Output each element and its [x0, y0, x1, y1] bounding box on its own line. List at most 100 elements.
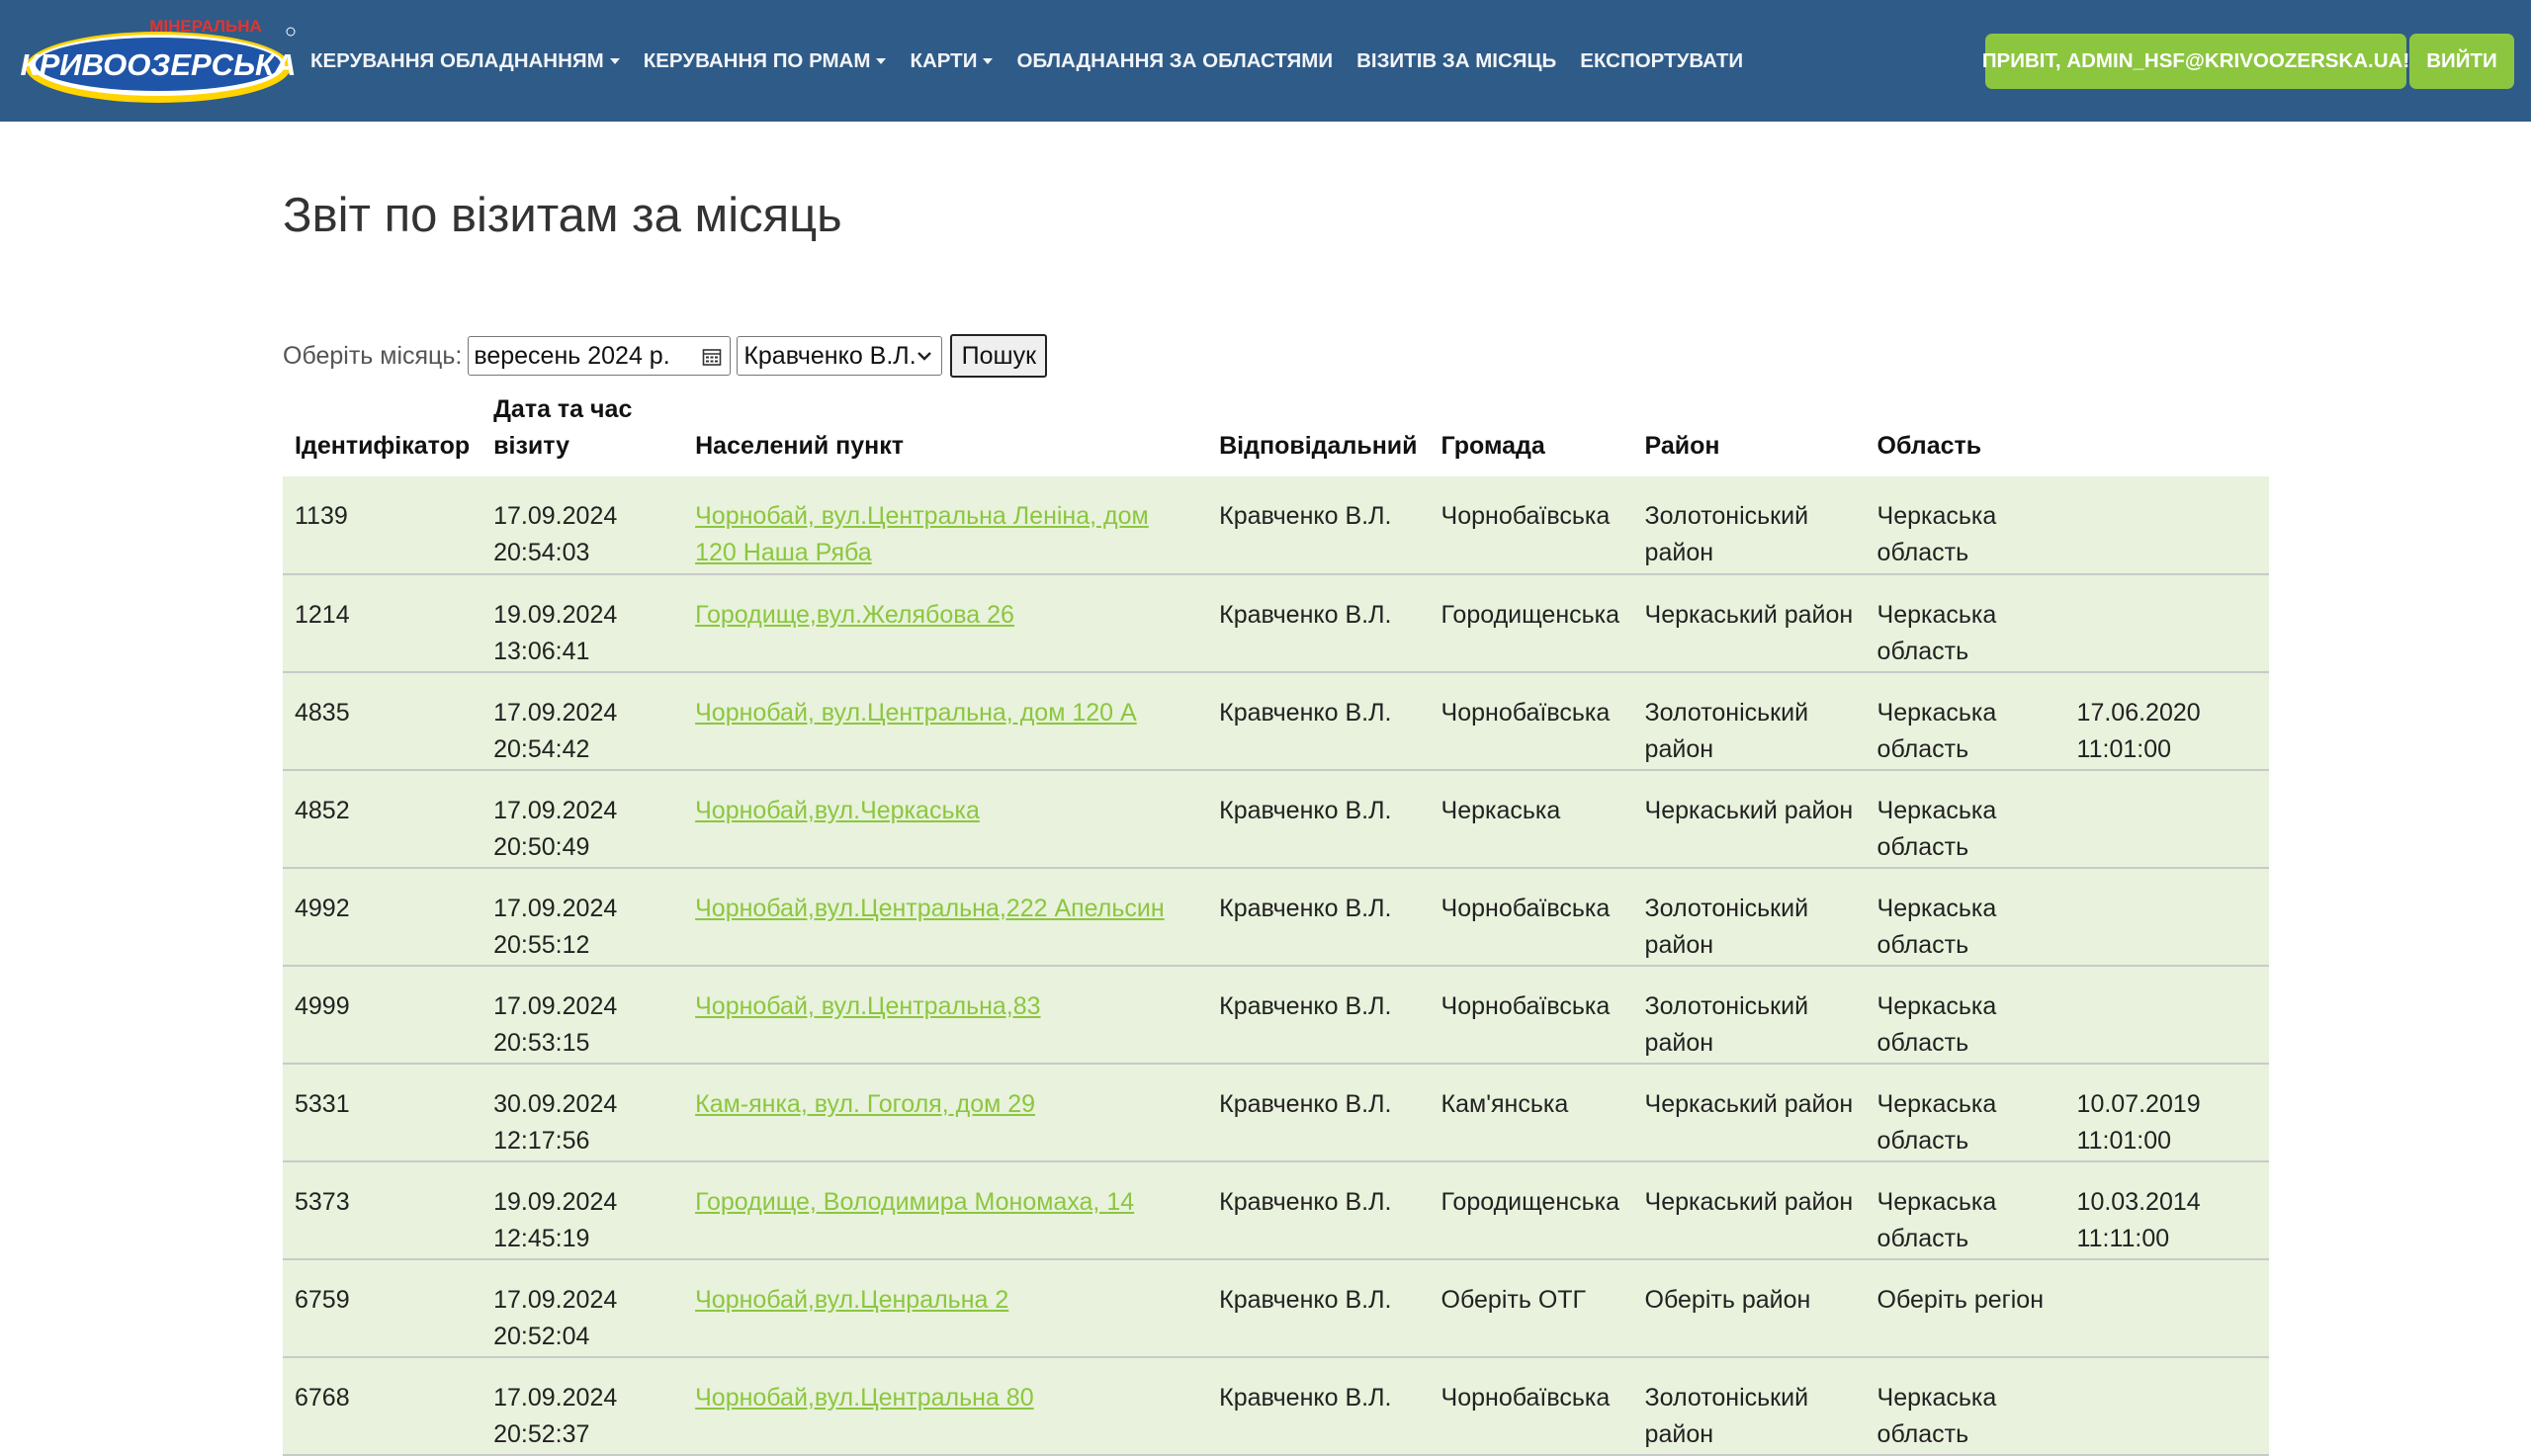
table-body: 1139 17.09.2024 20:54:03 Чорнобай, вул.Це… [283, 476, 2269, 1456]
community-name: Черкаська [1440, 797, 1561, 824]
cell-region: Черкаська область [1865, 966, 2065, 1065]
cell-community: Кам'янська [1429, 1064, 1633, 1162]
manager-name: Кравченко В.Л. [1219, 1188, 1392, 1216]
nav-visits-per-month[interactable]: Візитів за місяць [1356, 49, 1556, 73]
community-name: Чорнобаївська [1440, 895, 1611, 922]
table-row: 1214 19.09.2024 13:06:41 Городище,вул.Жел… [283, 574, 2269, 673]
col-header-id[interactable]: Ідентифікатор [283, 385, 481, 476]
logout-button[interactable]: Вийти [2409, 34, 2514, 89]
nav-rm-management[interactable]: Керування по РМам [644, 49, 887, 73]
visit-id: 4835 [295, 699, 350, 727]
brand-logo[interactable]: МІНЕРАЛЬНА КРИВООЗЕРСЬКА [20, 10, 297, 109]
manager-name: Кравченко В.Л. [1219, 601, 1392, 629]
nav-label: Керування обладнанням [310, 48, 604, 72]
brand-big-text: КРИВООЗЕРСЬКА [21, 47, 297, 82]
cell-region: Черкаська область [1865, 1357, 2065, 1456]
cell-district: Оберіть район [1632, 1259, 1866, 1358]
location-link[interactable]: Чорнобай, вул.Центральна Леніна, дом 120… [695, 502, 1149, 566]
visit-date: 17.09.2024 [493, 895, 618, 922]
manager-name: Кравченко В.Л. [1219, 1286, 1392, 1314]
location-link[interactable]: Кам-янка, вул. Гоголя, дом 29 [695, 1090, 1035, 1118]
month-input[interactable]: вересень 2024 р. [468, 336, 732, 376]
cell-extra: 10.03.2014 11:11:00 [2064, 1161, 2269, 1260]
nav-label: Карти [910, 48, 978, 72]
cell-id: 6768 [283, 1357, 482, 1456]
cell-manager: Кравченко В.Л. [1207, 770, 1430, 869]
cell-community: Чорнобаївська [1429, 476, 1633, 575]
manager-name: Кравченко В.Л. [1219, 797, 1392, 824]
visit-time: 13:06:41 [493, 638, 590, 665]
manager-value: Кравченко В.Л. [743, 341, 916, 370]
cell-manager: Кравченко В.Л. [1207, 1161, 1430, 1260]
nav-maps[interactable]: Карти [910, 48, 994, 73]
cell-district: Черкаський район [1632, 1064, 1866, 1162]
manager-name: Кравченко В.Л. [1219, 1384, 1392, 1412]
nav-equipment-management[interactable]: Керування обладнанням [310, 49, 620, 73]
visit-date: 30.09.2024 [493, 1090, 618, 1118]
table-row: 1139 17.09.2024 20:54:03 Чорнобай, вул.Це… [283, 476, 2269, 575]
visit-id: 6759 [295, 1286, 350, 1314]
cell-location: Чорнобай, вул.Центральна, дом 120 А [683, 672, 1208, 771]
location-link[interactable]: Городище, Володимира Мономаха, 14 [695, 1188, 1134, 1216]
col-header-district[interactable]: Район [1633, 385, 1866, 476]
manager-name: Кравченко В.Л. [1219, 992, 1392, 1020]
cell-location: Чорнобай,вул.Черкаська [683, 770, 1208, 869]
visit-id: 5331 [295, 1090, 350, 1118]
visit-time: 12:45:19 [493, 1225, 590, 1252]
cell-district: Черкаський район [1632, 1161, 1866, 1260]
district-name: Черкаський район [1644, 601, 1854, 629]
district-name: Черкаський район [1644, 1090, 1854, 1118]
cell-district: Золотоніський район [1632, 966, 1866, 1065]
cell-location: Чорнобай,вул.Центральна 80 [683, 1357, 1208, 1456]
visit-date: 17.09.2024 [493, 502, 618, 530]
chevron-down-icon [917, 352, 932, 361]
main-nav: Керування обладнанням Керування по РМам … [310, 0, 1767, 122]
location-link[interactable]: Чорнобай,вул.Центральна,222 Апельсин [695, 895, 1165, 922]
cell-datetime: 30.09.2024 12:17:56 [481, 1064, 684, 1162]
cell-id: 4835 [283, 672, 482, 771]
cell-extra [2064, 574, 2269, 673]
user-greeting-button[interactable]: Привіт, admin_hsf@krivoozerska.ua! [1982, 34, 2409, 89]
nav-export[interactable]: Експортувати [1580, 49, 1743, 73]
cell-location: Чорнобай,вул.Центральна,222 Апельсин [683, 868, 1208, 967]
location-link[interactable]: Чорнобай,вул.Центральна 80 [695, 1384, 1034, 1412]
calendar-icon[interactable] [702, 347, 722, 367]
cell-extra [2064, 1259, 2269, 1358]
table-row: 5373 19.09.2024 12:45:19 Городище, Володи… [283, 1161, 2269, 1260]
district-name: Золотоніський район [1644, 895, 1809, 959]
cell-region: Черкаська область [1865, 868, 2065, 967]
search-button[interactable]: Пошук [950, 334, 1048, 378]
cell-manager: Кравченко В.Л. [1207, 574, 1430, 673]
region-name: Черкаська область [1876, 699, 1997, 763]
nav-equipment-by-region[interactable]: Обладнання за областями [1016, 49, 1333, 73]
extra-date: 17.06.2020 [2076, 699, 2201, 727]
district-name: Черкаський район [1644, 1188, 1854, 1216]
cell-manager: Кравченко В.Л. [1207, 1064, 1430, 1162]
cell-id: 5331 [283, 1064, 482, 1162]
cell-manager: Кравченко В.Л. [1207, 1259, 1430, 1358]
cell-community: Черкаська [1429, 770, 1633, 869]
month-label: Оберіть місяць: [283, 341, 463, 370]
nav-label: Керування по РМам [643, 48, 871, 72]
extra-time: 11:01:00 [2076, 1127, 2172, 1155]
navbar: МІНЕРАЛЬНА КРИВООЗЕРСЬКА Керування облад… [0, 0, 2531, 122]
col-header-community[interactable]: Громада [1430, 385, 1633, 476]
visit-date: 19.09.2024 [493, 1188, 618, 1216]
table-row: 6759 17.09.2024 20:52:04 Чорнобай,вул.Цен… [283, 1259, 2269, 1358]
location-link[interactable]: Чорнобай, вул.Центральна, дом 120 А [695, 699, 1137, 727]
cell-community: Чорнобаївська [1429, 966, 1633, 1065]
community-name: Чорнобаївська [1440, 699, 1611, 727]
visit-date: 17.09.2024 [493, 797, 618, 824]
location-link[interactable]: Чорнобай,вул.Ценральна 2 [695, 1286, 1008, 1314]
col-header-location[interactable]: Населений пункт [683, 385, 1207, 476]
region-name: Черкаська область [1876, 797, 1997, 861]
location-link[interactable]: Городище,вул.Желябова 26 [695, 601, 1014, 629]
col-header-manager[interactable]: Відповідальний [1207, 385, 1429, 476]
col-header-datetime[interactable]: Дата та час візиту [481, 385, 683, 476]
nav-label: Експортувати [1580, 48, 1744, 72]
manager-select[interactable]: Кравченко В.Л. [737, 336, 943, 376]
location-link[interactable]: Чорнобай, вул.Центральна,83 [695, 992, 1040, 1020]
location-link[interactable]: Чорнобай,вул.Черкаська [695, 797, 980, 824]
col-header-region[interactable]: Область [1866, 385, 2065, 476]
caret-down-icon [983, 57, 994, 64]
